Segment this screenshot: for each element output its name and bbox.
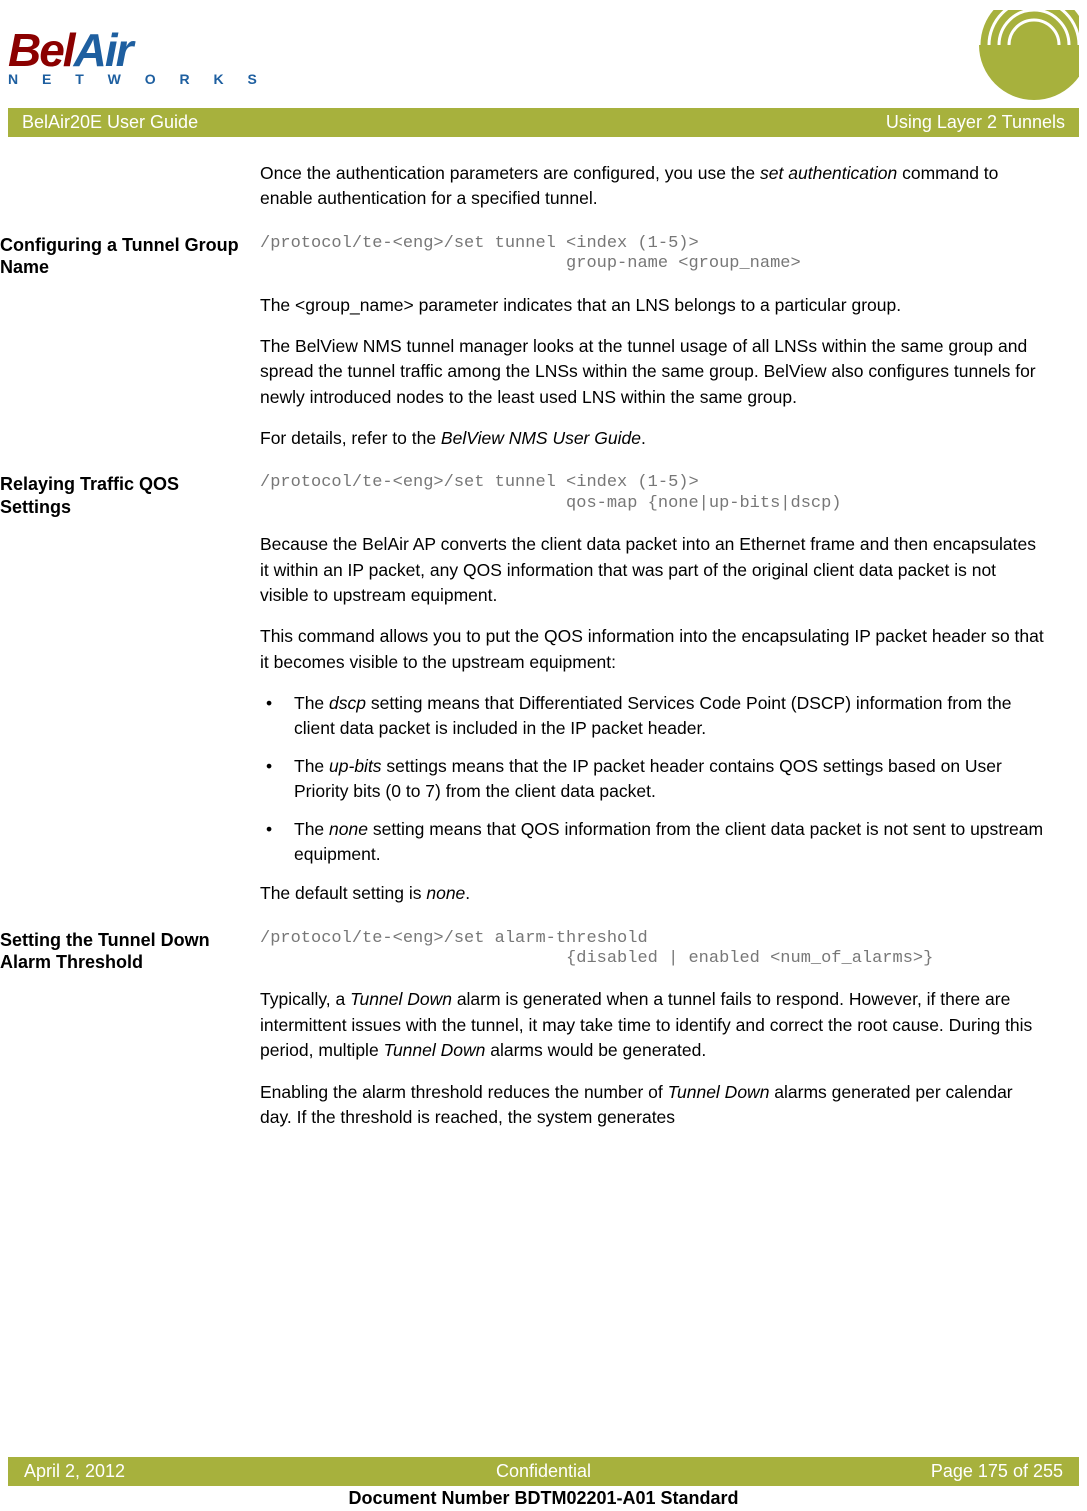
body-text: Because the BelAir AP converts the clien… [260, 532, 1047, 608]
section-heading-qos: Relaying Traffic QOS Settings [0, 473, 260, 922]
section-title: Using Layer 2 Tunnels [886, 112, 1065, 133]
body-text: The <group_name> parameter indicates tha… [260, 293, 1047, 318]
intro-paragraph: Once the authentication parameters are c… [260, 161, 1047, 212]
footer-date: April 2, 2012 [24, 1461, 125, 1482]
section-heading-alarm: Setting the Tunnel Down Alarm Threshold [0, 929, 260, 1147]
code-block: /protocol/te-<eng>/set alarm-threshold {… [260, 929, 1047, 970]
body-text: Typically, a Tunnel Down alarm is genera… [260, 987, 1047, 1063]
body-text: For details, refer to the BelView NMS Us… [260, 426, 1047, 451]
doc-title: BelAir20E User Guide [22, 112, 198, 133]
list-item: • The none setting means that QOS inform… [260, 817, 1047, 868]
footer-doc-number: Document Number BDTM02201-A01 Standard [0, 1486, 1087, 1511]
brand-logo: BelAir N E T W O R K S [8, 23, 267, 87]
footer-confidential: Confidential [8, 1461, 1079, 1482]
brand-subtitle: N E T W O R K S [8, 71, 267, 87]
brand-name-part1: Bel [8, 24, 74, 76]
body-text: The default setting is none. [260, 881, 1047, 906]
body-text: This command allows you to put the QOS i… [260, 624, 1047, 675]
list-item: • The up-bits settings means that the IP… [260, 754, 1047, 805]
list-item: • The dscp setting means that Differenti… [260, 691, 1047, 742]
section-heading-group-name: Configuring a Tunnel Group Name [0, 234, 260, 468]
body-text: The BelView NMS tunnel manager looks at … [260, 334, 1047, 410]
brand-name-part2: Air [74, 24, 132, 76]
header-logo-row: BelAir N E T W O R K S [0, 0, 1087, 108]
page-footer: April 2, 2012 Confidential Page 175 of 2… [0, 1457, 1087, 1511]
body-text: Enabling the alarm threshold reduces the… [260, 1080, 1047, 1131]
footer-page-number: Page 175 of 255 [931, 1461, 1063, 1482]
decorative-icon [959, 10, 1079, 100]
code-block: /protocol/te-<eng>/set tunnel <index (1-… [260, 234, 1047, 275]
title-bar: BelAir20E User Guide Using Layer 2 Tunne… [8, 108, 1079, 137]
code-block: /protocol/te-<eng>/set tunnel <index (1-… [260, 473, 1047, 514]
